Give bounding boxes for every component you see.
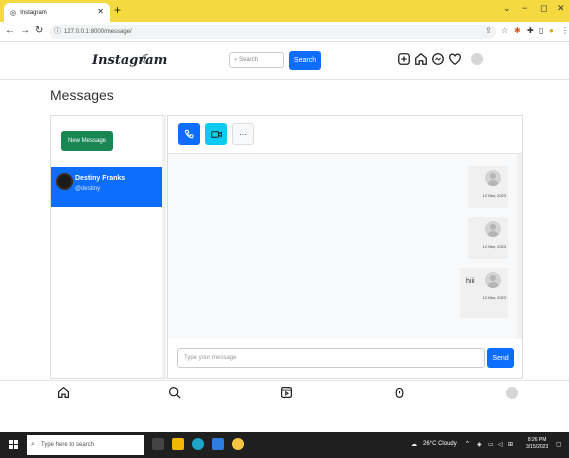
share-icon[interactable]: ⇪ [485,26,492,35]
message-list: 12 Mar, 2023 12 Mar, 2023 hiii 12 Mar, 2… [168,154,522,339]
avatar [485,272,501,288]
activity-icon[interactable] [393,386,406,399]
message-bubble [460,268,508,318]
avatar [485,221,501,237]
clock-date: 3/15/2023 [526,444,549,450]
taskbar-search-placeholder: Type here to search [41,442,95,448]
send-button[interactable]: Send [487,348,514,368]
browser-tab-title: Instagram [20,9,47,16]
message-scrollbar[interactable] [517,154,522,339]
create-post-icon[interactable] [397,52,411,66]
speaker-icon[interactable]: ◁ [498,441,503,448]
message-item: 12 Mar, 2023 [468,166,508,208]
chat-panel: ··· 12 Mar, 2023 12 Mar, 2023 hiii 12 Ma… [167,115,523,379]
message-timestamp: 12 Mar, 2023 [482,295,506,300]
conversation-name: Destiny Franks [75,175,126,182]
weather-icon[interactable]: ☁ [411,441,417,448]
dark-mode-toggle-icon[interactable]: ☾ [141,51,154,68]
reload-icon[interactable]: ↻ [35,25,43,36]
url-field[interactable]: ⓘ 127.0.0.1:8000/message/ [50,25,496,39]
chrome-icon[interactable] [232,438,244,450]
search-input[interactable]: ⌕ Search [229,52,284,68]
home-icon[interactable] [57,386,70,399]
bottom-navbar [0,380,569,405]
extension-icon[interactable]: ✱ [514,26,521,35]
menu-icon[interactable]: ⋮ [561,26,569,35]
clock-time: 8:26 PM [527,437,547,443]
search-placeholder: Search [239,57,259,63]
heart-icon[interactable] [448,52,462,66]
file-explorer-icon[interactable] [172,438,184,450]
taskbar-clock[interactable]: 8:26 PM 3/15/2023 [526,437,548,451]
message-text: hiii [466,278,475,285]
conversation-username: @destiny [75,186,101,192]
sidebar-icon[interactable]: ▯ [539,26,543,35]
more-options-button[interactable]: ··· [232,123,254,145]
conversation-item[interactable]: Destiny Franks @destiny [51,167,162,207]
message-composer: Type your message Send [168,339,522,378]
close-tab-icon[interactable]: ✕ [97,7,104,16]
page-title: Messages [50,87,114,103]
phone-icon [184,129,193,138]
conversation-scrollbar[interactable] [162,116,166,378]
back-icon[interactable]: ← [5,25,15,36]
bookmark-star-icon[interactable]: ☆ [501,26,508,35]
tray-chevron-icon[interactable]: ^ [466,441,469,447]
close-window-icon[interactable]: ✕ [557,3,565,14]
url-text: 127.0.0.1:8000/message/ [64,29,132,35]
site-info-icon[interactable]: ⓘ [54,25,61,39]
profile-avatar[interactable] [506,387,518,399]
instagram-logo[interactable]: Instagram [92,53,167,68]
browser-tab[interactable]: ◎ Instagram ✕ [4,3,110,22]
minimize-icon[interactable]: − [522,3,527,13]
instagram-favicon-icon: ◎ [10,9,17,17]
tab-search-icon[interactable]: ⌄ [503,3,511,14]
message-timestamp: 12 Mar, 2023 [482,244,506,249]
browser-tab-bar: ◎ Instagram ✕ + ⌄ − ◻ ✕ [0,0,569,22]
language-icon[interactable]: ⊞ [508,441,513,448]
new-message-button[interactable]: New Message [61,131,113,151]
browser-address-bar: ← → ↻ ⓘ 127.0.0.1:8000/message/ ⇪ ☆ ✱ ✚ … [0,22,569,42]
windows-taskbar: ⌕ Type here to search ☁ 26°C Cloudy ^ ◈ … [0,432,569,458]
app-navbar: Instagram ☾ ⌕ Search Search [0,42,569,80]
search-icon: ⌕ [234,57,238,63]
avatar [56,173,73,190]
message-item: 12 Mar, 2023 [468,217,508,259]
notifications-icon[interactable]: ▢ [556,441,562,448]
search-icon[interactable] [168,386,181,399]
video-camera-icon [210,130,222,138]
message-item: hiii 12 Mar, 2023 [460,268,508,318]
network-icon[interactable]: ◈ [477,441,482,448]
message-input[interactable]: Type your message [177,348,485,368]
search-button[interactable]: Search [289,51,321,70]
conversation-list-panel: New Message Destiny Franks @destiny [50,115,166,379]
chat-toolbar: ··· [168,116,522,154]
message-timestamp: 12 Mar, 2023 [482,193,506,198]
avatar [485,170,501,186]
forward-icon[interactable]: → [20,25,30,36]
battery-icon[interactable]: ▭ [488,441,494,448]
restore-icon[interactable]: ◻ [540,3,547,14]
profile-avatar[interactable] [471,53,483,65]
vscode-icon[interactable] [212,438,224,450]
extensions-puzzle-icon[interactable]: ✚ [527,26,534,35]
new-tab-button[interactable]: + [114,3,121,17]
search-icon: ⌕ [31,441,35,448]
home-icon[interactable] [414,52,428,66]
edge-icon[interactable] [192,438,204,450]
windows-start-icon[interactable] [9,440,19,450]
profile-icon[interactable]: ● [549,26,554,35]
voice-call-button[interactable] [178,123,200,145]
reels-icon[interactable] [280,386,293,399]
messages-icon[interactable] [431,52,445,66]
weather-text[interactable]: 26°C Cloudy [423,441,457,447]
taskbar-search-input[interactable]: ⌕ Type here to search [27,435,144,455]
task-view-icon[interactable] [152,438,164,450]
video-call-button[interactable] [205,123,227,145]
